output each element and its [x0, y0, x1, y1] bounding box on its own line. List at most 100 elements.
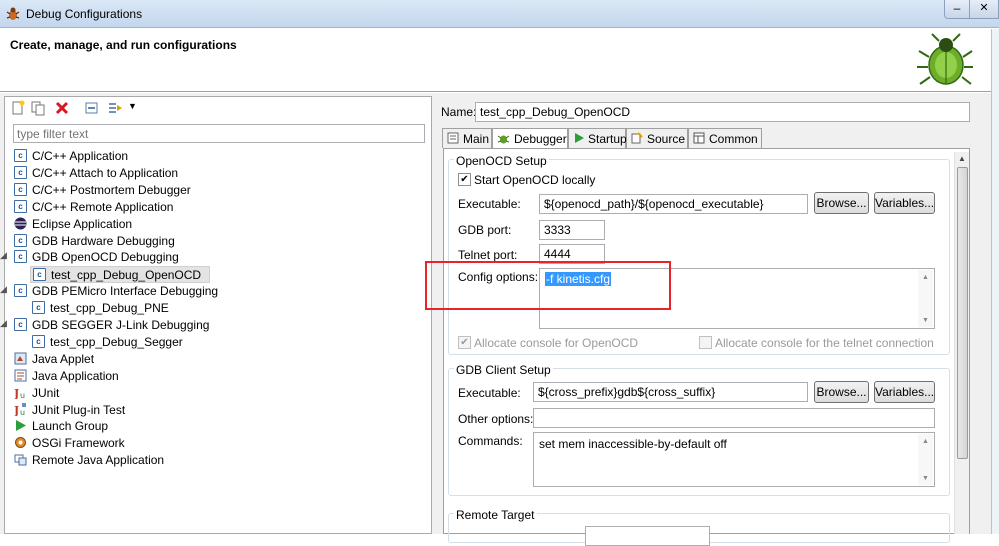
- alloc-openocd-console-label: Allocate console for OpenOCD: [474, 336, 639, 350]
- svg-text:J: J: [14, 387, 19, 399]
- tree-item-label: GDB OpenOCD Debugging: [32, 250, 179, 265]
- dialog-banner: Create, manage, and run configurations: [0, 29, 991, 92]
- debug-app-icon: [6, 7, 20, 20]
- tab-startup[interactable]: Startup: [568, 128, 627, 148]
- source-tab-icon: [631, 132, 643, 144]
- openocd-executable-label: Executable:: [458, 197, 521, 211]
- tab-common[interactable]: Common: [688, 128, 762, 148]
- gdb-client-setup-title: GDB Client Setup: [454, 363, 553, 377]
- tab-source[interactable]: Source: [626, 128, 688, 148]
- tree-item-label: OSGi Framework: [32, 436, 125, 451]
- junit-icon: Ju: [14, 387, 25, 399]
- gdb-browse-button[interactable]: Browse...: [814, 381, 869, 403]
- commands-value: set mem inaccessible-by-default off: [539, 437, 727, 451]
- c-config-icon: c: [14, 284, 27, 298]
- remote-host-field[interactable]: [585, 526, 710, 546]
- tree-child-item[interactable]: c test_cpp_Debug_OpenOCD: [30, 266, 210, 284]
- name-label: Name:: [441, 105, 477, 119]
- svg-text:J: J: [14, 404, 19, 416]
- filter-icon[interactable]: [108, 100, 124, 116]
- tree-item-label: Remote Java Application: [32, 453, 165, 468]
- junit-plugin-icon: Ju: [14, 402, 26, 416]
- launch-group-icon: [16, 420, 26, 432]
- java-applet-icon: [14, 352, 27, 365]
- tab-main[interactable]: Main: [442, 128, 492, 148]
- annotation-highlight-box: [425, 261, 671, 310]
- config-options-scrollbar[interactable]: ▲ ▼: [918, 270, 933, 327]
- delete-icon[interactable]: [54, 100, 70, 116]
- openocd-browse-button[interactable]: Browse...: [814, 192, 869, 214]
- tree-item-label: Launch Group: [32, 419, 109, 434]
- eclipse-icon: [14, 217, 27, 230]
- gdb-executable-label: Executable:: [458, 386, 521, 400]
- scrollbar-thumb[interactable]: [957, 167, 968, 459]
- tree-item-label: GDB Hardware Debugging: [32, 233, 175, 248]
- tree-item-label: JUnit Plug-in Test: [32, 402, 126, 417]
- tab-debugger[interactable]: Debugger: [492, 128, 568, 149]
- new-config-icon[interactable]: [10, 100, 26, 116]
- commands-label: Commands:: [458, 434, 523, 448]
- c-config-icon: c: [32, 334, 45, 348]
- tab-source-label: Source: [647, 132, 686, 146]
- remote-target-title: Remote Target: [454, 508, 537, 522]
- svg-text:u: u: [20, 408, 25, 416]
- commands-textarea[interactable]: set mem inaccessible-by-default off ▲ ▼: [533, 432, 935, 487]
- scroll-up-arrow-icon[interactable]: ▲: [958, 154, 966, 163]
- other-options-field[interactable]: [533, 408, 935, 428]
- c-config-icon: c: [14, 165, 27, 179]
- minimize-button[interactable]: –: [944, 0, 970, 19]
- tree-item-label: Eclipse Application: [32, 216, 133, 231]
- tab-main-label: Main: [463, 132, 490, 146]
- tree-item-label: C/C++ Application: [32, 149, 129, 163]
- gdb-port-field[interactable]: 3333: [539, 220, 605, 240]
- filter-input[interactable]: [13, 124, 425, 143]
- svg-text:u: u: [20, 391, 25, 399]
- main-tab-icon: [447, 132, 459, 144]
- openocd-setup-title: OpenOCD Setup: [454, 154, 549, 168]
- tree-item-label: Java Application: [32, 368, 119, 383]
- debugger-tab-icon: [497, 135, 510, 144]
- tree-item-label: C/C++ Attach to Application: [32, 165, 179, 180]
- duplicate-icon[interactable]: [30, 100, 46, 116]
- bug-icon: [917, 33, 973, 85]
- commands-scrollbar[interactable]: ▲ ▼: [918, 434, 933, 485]
- openocd-executable-field[interactable]: ${openocd_path}/${openocd_executable}: [539, 194, 808, 214]
- c-config-icon: c: [32, 301, 45, 315]
- common-tab-icon: [693, 132, 705, 144]
- c-config-icon: c: [14, 149, 27, 162]
- name-field[interactable]: test_cpp_Debug_OpenOCD: [475, 102, 970, 122]
- tree-item-label: GDB PEMicro Interface Debugging: [32, 284, 219, 299]
- c-config-icon: c: [14, 199, 27, 213]
- c-config-icon: c: [14, 318, 27, 331]
- tree-item-label: Java Applet: [32, 351, 95, 366]
- close-button[interactable]: ✕: [969, 0, 999, 19]
- expanded-chevron-icon[interactable]: ◢: [0, 318, 7, 329]
- panel-vertical-scrollbar[interactable]: ▲: [954, 152, 969, 534]
- gdb-port-label: GDB port:: [458, 223, 512, 237]
- startup-tab-icon: [575, 133, 584, 143]
- expanded-chevron-icon[interactable]: ◢: [0, 250, 7, 261]
- expanded-chevron-icon[interactable]: ◢: [0, 284, 7, 295]
- tab-debugger-label: Debugger: [514, 132, 567, 146]
- other-options-label: Other options:: [458, 412, 534, 426]
- alloc-telnet-console-label: Allocate console for the telnet connecti…: [715, 336, 934, 350]
- alloc-telnet-console-checkbox[interactable]: [699, 336, 712, 349]
- gdb-executable-field[interactable]: ${cross_prefix}gdb${cross_suffix}: [533, 382, 808, 402]
- start-openocd-label: Start OpenOCD locally: [474, 173, 596, 187]
- c-config-icon: c: [14, 250, 27, 264]
- gdb-variables-button[interactable]: Variables...: [874, 381, 935, 403]
- view-menu-chevron-down-icon[interactable]: ▼: [128, 101, 137, 111]
- telnet-port-label: Telnet port:: [458, 248, 518, 262]
- background-window-edge: [991, 29, 999, 534]
- start-openocd-checkbox[interactable]: ✔: [458, 173, 471, 186]
- tree-item-label: GDB SEGGER J-Link Debugging: [32, 318, 210, 332]
- tree-item-label: C/C++ Remote Application: [32, 199, 174, 214]
- title-bar: Debug Configurations – ✕: [0, 0, 999, 28]
- openocd-variables-button[interactable]: Variables...: [874, 192, 935, 214]
- tab-common-label: Common: [709, 132, 758, 146]
- remote-java-icon: [14, 454, 27, 466]
- alloc-openocd-console-checkbox[interactable]: ✔: [458, 336, 471, 349]
- window-title: Debug Configurations: [26, 7, 143, 21]
- collapse-all-icon[interactable]: [84, 100, 100, 116]
- tree-item-label: test_cpp_Debug_Segger: [50, 334, 183, 349]
